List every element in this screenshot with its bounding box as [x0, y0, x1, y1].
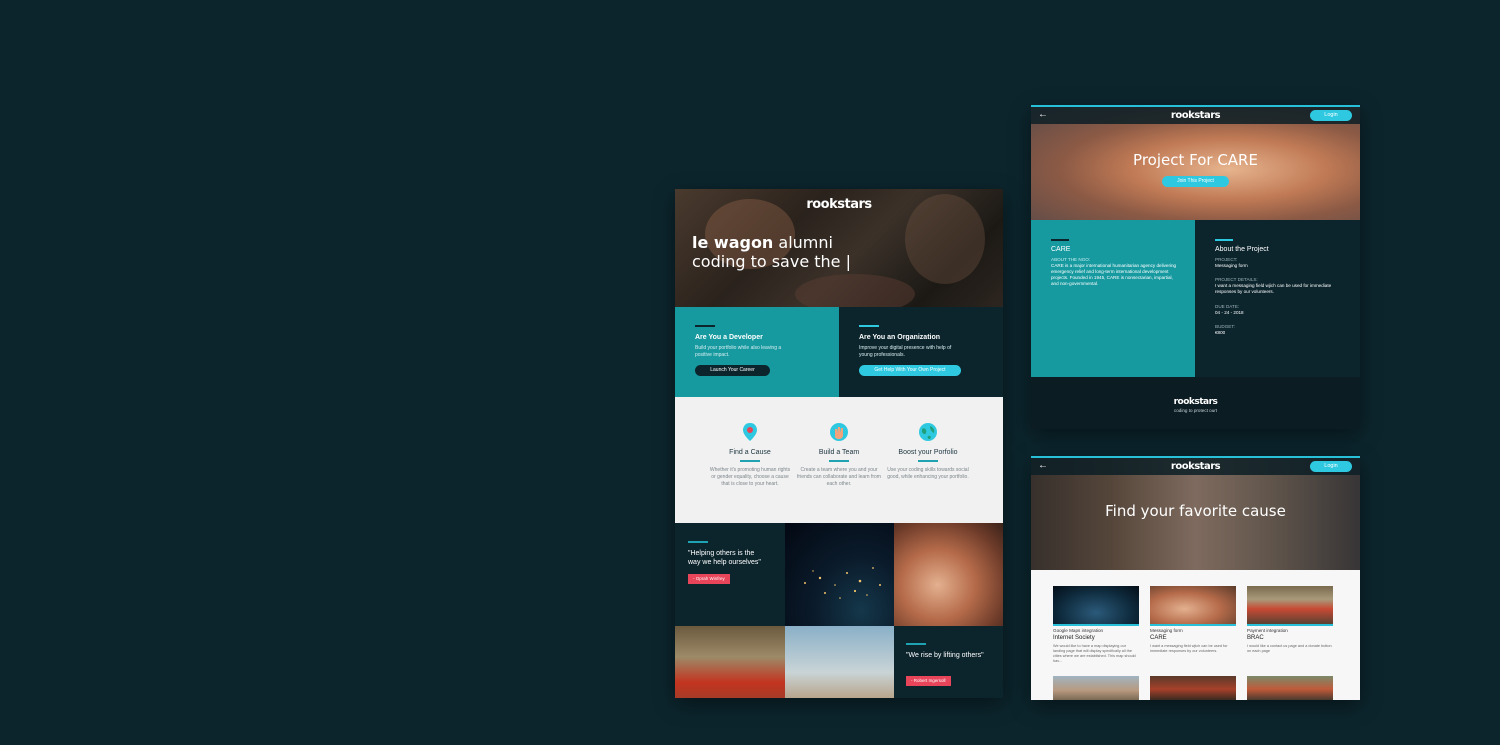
holding-hands-photo: [894, 523, 1003, 626]
cause-card-subtitle: Messaging form: [1150, 628, 1183, 633]
get-help-button[interactable]: Get Help With Your Own Project: [859, 365, 961, 376]
hero-section: rookstars le wagon alumni coding to save…: [675, 189, 1003, 314]
feature-title: Boost your Porfolio: [898, 449, 958, 456]
top-nav: ← rookstars Login: [1031, 107, 1360, 124]
cause-card-image[interactable]: [1150, 676, 1236, 700]
map-pin-icon: [740, 422, 760, 442]
cause-card-image[interactable]: [1247, 676, 1333, 700]
cause-card-org: Internet Society: [1053, 635, 1095, 641]
feature-underline: [918, 460, 938, 462]
cause-card-image: [1053, 586, 1139, 626]
quote-tile: "We rise by lifting others" - Robert Ing…: [894, 626, 1003, 698]
field-value: I want a messaging field wjich can be us…: [1215, 283, 1332, 294]
feature-title: Find a Cause: [729, 449, 771, 456]
cause-card-image[interactable]: [1053, 676, 1139, 700]
quote-text: "Helping others is the way we help ourse…: [688, 550, 761, 566]
quote-author-tag: - Robert Ingersoll: [906, 676, 951, 686]
cause-card-image: [1150, 586, 1236, 626]
login-button[interactable]: Login: [1310, 461, 1352, 472]
field-value: 04 - 24 - 2018: [1215, 310, 1244, 315]
earth-at-night-photo: [785, 523, 894, 626]
panel-accent-bar: [859, 325, 879, 327]
ngo-info-panel: CARE ABOUT THE NGO: CARE is a major inte…: [1031, 220, 1195, 377]
feature-desc: Use your coding skills towards social go…: [887, 467, 969, 480]
project-title: Project For CARE: [1133, 151, 1258, 169]
cause-card-desc: I want a messaging field wjich can be us…: [1150, 644, 1228, 653]
cause-card-subtitle: Google Maps integration: [1053, 628, 1104, 633]
feature-underline: [829, 460, 849, 462]
top-nav: ← rookstars Login: [1031, 458, 1360, 475]
panel-accent-bar: [1215, 239, 1233, 241]
launch-career-button[interactable]: Launch Your Career: [695, 365, 770, 376]
hand-icon: [829, 422, 849, 442]
ngo-name: CARE: [1051, 246, 1071, 253]
quote-author-tag: - Oprah Winfrey: [688, 574, 730, 584]
project-page-mockup: Project For CARE Join This Project ← roo…: [1031, 105, 1360, 429]
footer-tagline: coding to protect ourt: [1173, 408, 1218, 413]
quote-tile: "Helping others is the way we help ourse…: [675, 523, 785, 626]
join-project-button[interactable]: Join This Project: [1162, 176, 1229, 187]
developer-title: Are You a Developer: [695, 334, 763, 341]
causes-title: Find your favorite cause: [1105, 502, 1286, 520]
field-value: €800: [1215, 330, 1226, 335]
panel-accent-bar: [695, 325, 715, 327]
login-button[interactable]: Login: [1310, 110, 1352, 121]
cause-card-org: CARE: [1150, 635, 1167, 641]
cause-card-desc: I would like a contact us page and a don…: [1247, 644, 1332, 653]
landing-page-mockup: rookstars le wagon alumni coding to save…: [675, 189, 1003, 698]
features-section: Find a Cause Whether it's promoting huma…: [675, 397, 1003, 523]
city-lights-graphic: [804, 567, 881, 599]
cause-card-subtitle: Payment integration: [1247, 628, 1288, 633]
cause-card-org: BRAC: [1247, 635, 1264, 641]
volunteers-crowd-photo: [675, 626, 785, 698]
feature-underline: [740, 460, 760, 462]
hero-headline: le wagon alumni: [692, 233, 833, 252]
developer-desc: Build your portfolio while also leaving …: [695, 345, 782, 358]
hero-subheadline: coding to save the |: [692, 252, 851, 271]
panel-accent-bar: [1051, 239, 1069, 241]
organization-title: Are You an Organization: [859, 334, 941, 341]
feature-desc: Whether it's promoting human rights or g…: [709, 467, 791, 487]
about-project-panel: About the Project PROJECT: Messaging for…: [1195, 220, 1360, 377]
aid-workers-photo: [785, 626, 894, 698]
hero-headline-rest: alumni: [773, 233, 833, 252]
quote-accent-bar: [906, 643, 926, 645]
quote-text: "We rise by lifting others": [906, 652, 984, 659]
hero-headline-bold: le wagon: [692, 233, 774, 252]
cause-card-image: [1247, 586, 1333, 626]
quote-accent-bar: [688, 541, 708, 543]
footer: rookstars coding to protect ourt: [1031, 377, 1360, 429]
organization-desc: Improve your digital presence with help …: [859, 345, 952, 358]
about-ngo-text: CARE is a major international humanitari…: [1051, 263, 1177, 286]
developer-panel: Are You a Developer Build your portfolio…: [675, 307, 839, 397]
field-value: Messaging form: [1215, 263, 1248, 268]
feature-title: Build a Team: [818, 449, 860, 456]
feature-desc: Create a team where you and your friends…: [797, 467, 881, 487]
globe-icon: [918, 422, 938, 442]
footer-logo[interactable]: rookstars: [1031, 397, 1360, 407]
brand-logo[interactable]: rookstars: [675, 197, 1003, 212]
organization-panel: Are You an Organization Improve your dig…: [839, 307, 1003, 397]
cause-card-desc: We would like to have a map displaying o…: [1053, 644, 1136, 663]
causes-page-mockup: Find your favorite cause ← rookstars Log…: [1031, 456, 1360, 700]
about-project-title: About the Project: [1215, 246, 1269, 253]
